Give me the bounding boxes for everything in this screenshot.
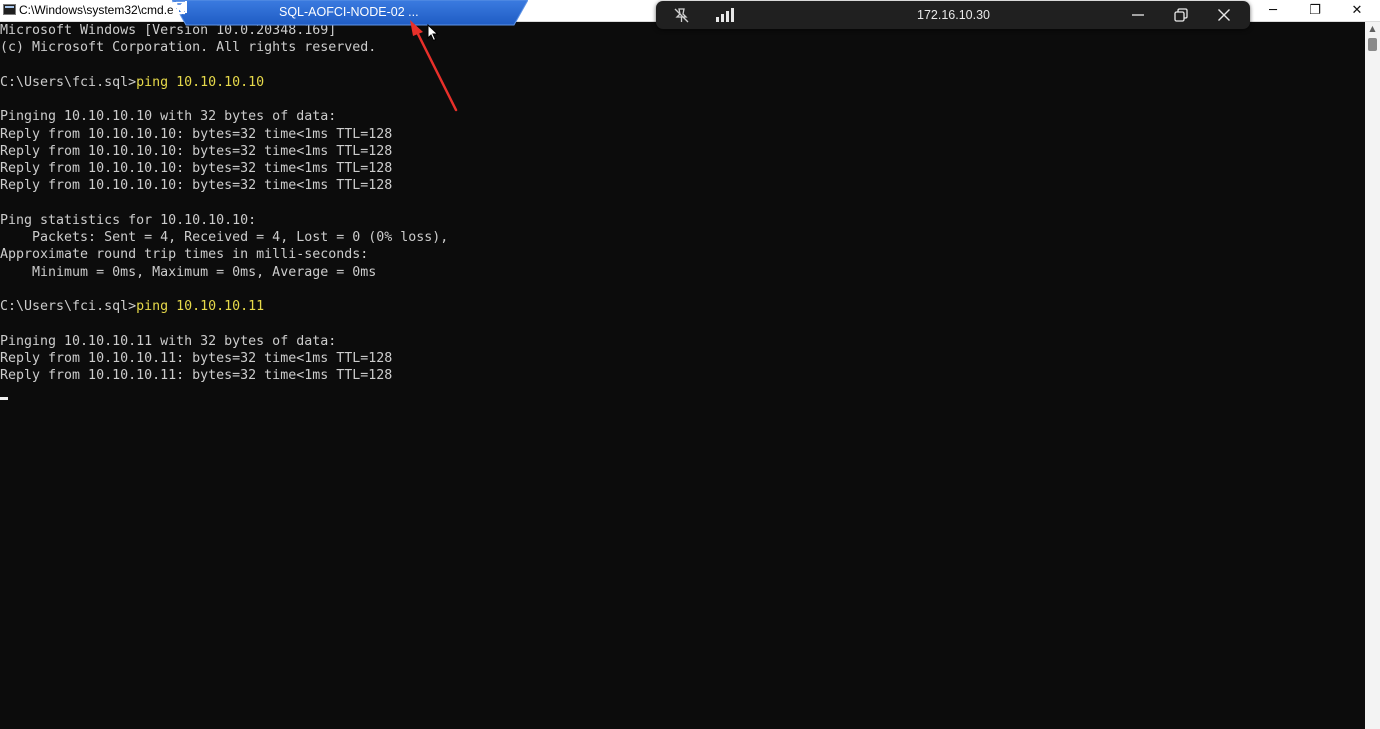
maximize-icon: ❐ (1309, 3, 1321, 18)
connection-quality-icon[interactable] (715, 7, 734, 23)
restore-icon[interactable] (1173, 7, 1189, 23)
vertical-scrollbar[interactable]: ▲ (1365, 22, 1380, 729)
console-line: Ping statistics for 10.10.10.10: (0, 212, 257, 228)
minimize-icon: ─ (1269, 3, 1277, 18)
close-button[interactable]: ✕ (1336, 0, 1378, 21)
console-line: Pinging 10.10.10.10 with 32 bytes of dat… (0, 109, 337, 125)
minimize-icon[interactable] (1130, 7, 1146, 23)
rdp-connection-bar[interactable]: SQL-AOFCI-NODE-02 ... (172, 0, 528, 26)
console-output[interactable]: Microsoft Windows [Version 10.0.20348.16… (0, 22, 1365, 729)
remote-window-title-bar[interactable]: 172.16.10.30 (656, 1, 1250, 29)
console-line: Pinging 10.10.10.11 with 32 bytes of dat… (0, 333, 337, 349)
console-line: Reply from 10.10.10.10: bytes=32 time<1m… (0, 126, 393, 142)
console-line: (c) Microsoft Corporation. All rights re… (0, 40, 377, 56)
close-icon[interactable] (1216, 7, 1232, 23)
console-line: Reply from 10.10.10.11: bytes=32 time<1m… (0, 368, 393, 383)
text-cursor (0, 397, 8, 400)
console-text: Microsoft Windows [Version 10.0.20348.16… (0, 22, 448, 384)
remote-host-title: 172.16.10.30 (917, 8, 990, 22)
console-line: Minimum = 0ms, Maximum = 0ms, Average = … (0, 264, 377, 280)
console-command-input: ping 10.10.10.11 (136, 299, 265, 314)
unpin-icon[interactable] (673, 7, 690, 24)
close-icon: ✕ (1351, 3, 1363, 18)
console-line: Approximate round trip times in milli-se… (0, 247, 369, 263)
rdp-session-title: SQL-AOFCI-NODE-02 ... (279, 5, 419, 19)
console-line: Reply from 10.10.10.11: bytes=32 time<1m… (0, 350, 393, 366)
console-prompt: C:\Users\fci.sql> (0, 299, 137, 314)
minimize-button[interactable]: ─ (1252, 0, 1294, 21)
console-prompt: C:\Users\fci.sql> (0, 74, 137, 90)
cmd-window-title: C:\Windows\system32\cmd.exe (19, 3, 187, 17)
console-command-line: C:\Users\fci.sql>ping 10.10.10.10 (0, 75, 264, 90)
console-command-input: ping 10.10.10.10 (136, 74, 265, 90)
scroll-up-arrow-icon[interactable]: ▲ (1365, 22, 1380, 36)
console-line: Reply from 10.10.10.10: bytes=32 time<1m… (0, 143, 393, 159)
close-icon[interactable] (172, 0, 186, 16)
console-line: Reply from 10.10.10.10: bytes=32 time<1m… (0, 161, 393, 176)
cmd-app-icon (3, 4, 16, 15)
console-line: Reply from 10.10.10.10: bytes=32 time<1m… (0, 178, 393, 194)
maximize-button[interactable]: ❐ (1294, 0, 1336, 21)
mouse-pointer-icon (427, 24, 439, 42)
scrollbar-thumb[interactable] (1368, 38, 1377, 51)
console-command-line: C:\Users\fci.sql>ping 10.10.10.11 (0, 299, 264, 314)
console-line: Packets: Sent = 4, Received = 4, Lost = … (0, 230, 449, 245)
screen: C:\Windows\system32\cmd.exe ─ ❐ ✕ Micros… (0, 0, 1380, 729)
